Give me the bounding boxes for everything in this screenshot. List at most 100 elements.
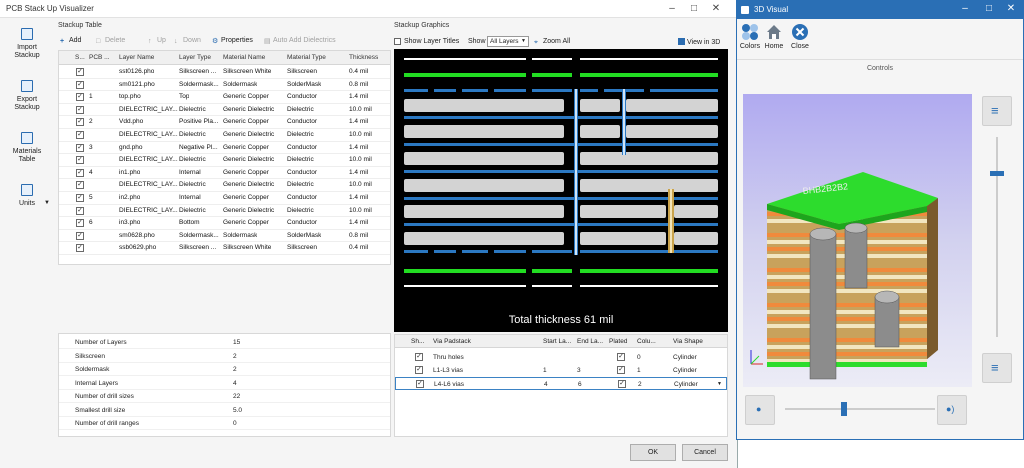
chevron-down-icon[interactable]: ▼ <box>717 381 722 387</box>
horizontal-slider-track[interactable] <box>785 408 935 410</box>
show-layer-checkbox[interactable]: ✓ <box>76 105 84 114</box>
col-via-padstack[interactable]: Via Padstack <box>433 338 471 345</box>
col-end-layer[interactable]: End La... <box>577 338 603 345</box>
show-layer-checkbox[interactable]: ✓ <box>76 168 84 177</box>
col-material-type[interactable]: Material Type <box>287 54 326 61</box>
volume-up-button[interactable]: ●) <box>937 395 967 425</box>
col-pcb[interactable]: PCB ... <box>89 54 113 61</box>
plated-checkbox[interactable]: ✓ <box>617 366 625 374</box>
cell-mat: Generic Dielectric <box>223 131 275 138</box>
down-button[interactable]: ↓ Down <box>174 37 201 45</box>
col-start-layer[interactable]: Start La... <box>543 338 571 345</box>
close-visual-button[interactable]: Close <box>789 23 811 50</box>
main-window: PCB Stack Up Visualizer – □ ✕ Import Sta… <box>0 0 738 468</box>
table-header: S... PCB ... Layer Name Layer Type Mater… <box>59 51 390 65</box>
show-layer-checkbox[interactable]: ✓ <box>76 244 84 253</box>
show-via-checkbox[interactable]: ✓ <box>415 353 423 361</box>
zoom-out-button[interactable]: ≡ <box>982 353 1012 383</box>
properties-button[interactable]: ⚙ Properties <box>212 37 253 45</box>
thru-hole-via-core <box>575 89 577 255</box>
vertical-slider-thumb[interactable] <box>990 171 1004 176</box>
colors-button[interactable]: Colors <box>739 23 761 50</box>
maximize-icon[interactable]: □ <box>688 3 700 15</box>
col-plated[interactable]: Plated <box>609 338 627 345</box>
show-layer-checkbox[interactable]: ✓ <box>76 194 84 202</box>
plated-checkbox[interactable]: ✓ <box>618 380 626 388</box>
table-row[interactable]: ✓ sm0121.pho Soldermask... Soldermask Solder… <box>59 79 390 92</box>
table-row[interactable]: ✓ ssb0629.pho Silkscreen ... Silkscreen Whi… <box>59 242 390 255</box>
zoom-fit-button[interactable]: ≡ <box>982 96 1012 126</box>
show-layer-titles-checkbox[interactable] <box>394 38 401 45</box>
minimize-icon[interactable]: – <box>666 3 678 15</box>
cell-mat: Generic Copper <box>223 168 269 176</box>
show-layers-value: All Layers <box>490 38 519 45</box>
show-layer-checkbox[interactable]: ✓ <box>76 93 84 102</box>
down-label: Down <box>183 37 201 44</box>
vertical-slider-track[interactable] <box>996 137 998 337</box>
via-row[interactable]: ✓ L1-L3 vias 1 3 1 Cylinder ✓ <box>395 364 727 377</box>
cell-name: Vdd.pho <box>119 118 144 126</box>
table-row[interactable]: ✓ 3 gnd.pho Negative Pl... Generic Copper Con… <box>59 142 390 155</box>
auto-add-dielectrics-button[interactable]: ▤ Auto Add Dielectrics <box>264 37 336 45</box>
show-layer-checkbox[interactable]: ✓ <box>76 131 84 139</box>
show-layer-checkbox[interactable]: ✓ <box>76 143 84 152</box>
cell-mtype: Conductor <box>287 194 317 201</box>
show-layer-checkbox[interactable]: ✓ <box>76 68 84 76</box>
show-layer-checkbox[interactable]: ✓ <box>76 231 84 240</box>
export-stackup-button[interactable]: Export Stackup <box>2 80 52 112</box>
col-show[interactable]: S... <box>75 54 85 61</box>
cell-type: Soldermask... <box>179 231 219 239</box>
table-row[interactable]: ✓ 6 in3.pho Bottom Generic Copper Conductor 1.… <box>59 217 390 230</box>
ok-button[interactable]: OK <box>630 444 676 461</box>
plated-checkbox[interactable]: ✓ <box>617 353 625 361</box>
3d-viewport[interactable]: BHB2B2B2 <box>743 94 972 387</box>
view-in-3d-button[interactable]: View in 3D <box>678 38 720 46</box>
col-via-shape[interactable]: Via Shape <box>673 338 703 345</box>
table-row[interactable]: ✓ 5 in2.pho Internal Generic Copper Conductor… <box>59 192 390 205</box>
import-stackup-button[interactable]: Import Stackup <box>2 28 52 60</box>
maximize-icon[interactable]: □ <box>983 3 995 15</box>
show-layers-select[interactable]: All Layers ▼ <box>487 36 529 47</box>
table-row[interactable]: ✓ DIELECTRIC_LAY... Dielectric Generic Diel… <box>59 154 390 167</box>
delete-button[interactable]: □ Delete <box>96 37 125 45</box>
show-layer-checkbox[interactable]: ✓ <box>76 80 84 89</box>
via-row[interactable]: ✓ L4-L6 vias 4 6 2 Cylinder ✓ ▼ <box>395 377 727 390</box>
cancel-button[interactable]: Cancel <box>682 444 728 461</box>
volume-down-button[interactable]: ● <box>745 395 775 425</box>
add-button[interactable]: + Add <box>60 37 81 45</box>
table-row[interactable]: ✓ sm0628.pho Soldermask... Soldermask Solder… <box>59 230 390 243</box>
table-row[interactable]: ✓ 2 Vdd.pho Positive Pla... Generic Copper Co… <box>59 116 390 129</box>
col-column[interactable]: Colu... <box>637 338 656 345</box>
show-layer-checkbox[interactable]: ✓ <box>76 118 84 127</box>
show-layer-checkbox[interactable]: ✓ <box>76 219 84 228</box>
col-thickness[interactable]: Thickness <box>349 54 378 61</box>
close-icon[interactable]: ✕ <box>710 3 722 15</box>
col-material-name[interactable]: Material Name <box>223 54 265 61</box>
show-layer-checkbox[interactable]: ✓ <box>76 206 84 215</box>
minimize-icon[interactable]: – <box>959 3 971 15</box>
home-button[interactable]: Home <box>763 23 785 50</box>
chevron-down-icon[interactable]: ▼ <box>44 200 50 206</box>
table-row[interactable]: ✓ DIELECTRIC_LAY... Dielectric Generic Diel… <box>59 129 390 142</box>
col-layer-name[interactable]: Layer Name <box>119 54 154 61</box>
table-row[interactable]: ✓ DIELECTRIC_LAY... Dielectric Generic Diel… <box>59 104 390 117</box>
show-layer-checkbox[interactable]: ✓ <box>76 156 84 165</box>
zoom-all-button[interactable]: ⌖ Zoom All <box>534 38 570 46</box>
show-via-checkbox[interactable]: ✓ <box>415 366 423 374</box>
cube-icon <box>678 38 685 45</box>
col-show[interactable]: Sh... <box>411 338 424 345</box>
show-layer-checkbox[interactable]: ✓ <box>76 181 84 190</box>
stackup-graphics-canvas[interactable]: Total thickness 61 mil <box>394 49 728 332</box>
col-layer-type[interactable]: Layer Type <box>179 54 211 61</box>
table-row[interactable]: ✓ 1 top.pho Top Generic Copper Conductor 1.4 m… <box>59 91 390 104</box>
close-icon[interactable]: ✕ <box>1005 3 1017 15</box>
materials-table-button[interactable]: Materials Table <box>2 132 52 164</box>
up-button[interactable]: ↑ Up <box>148 37 166 45</box>
show-via-checkbox[interactable]: ✓ <box>416 380 424 388</box>
table-row[interactable]: ✓ 4 in1.pho Internal Generic Copper Conductor… <box>59 167 390 180</box>
table-row[interactable]: ✓ DIELECTRIC_LAY... Dielectric Generic Diel… <box>59 205 390 218</box>
table-row[interactable]: ✓ DIELECTRIC_LAY... Dielectric Generic Diel… <box>59 179 390 192</box>
via-row[interactable]: ✓ Thru holes 0 Cylinder ✓ <box>395 351 727 364</box>
table-row[interactable]: ✓ sst0126.pho Silkscreen ... Silkscreen Whi… <box>59 66 390 79</box>
horizontal-slider-thumb[interactable] <box>841 402 847 416</box>
